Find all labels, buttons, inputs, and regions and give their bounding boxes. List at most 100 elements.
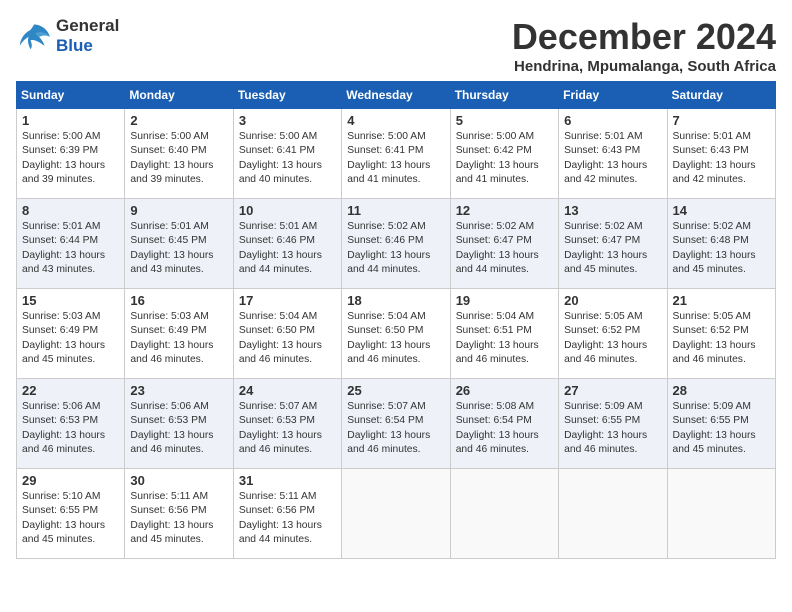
location-subtitle: Hendrina, Mpumalanga, South Africa [512,58,776,75]
calendar-table: Sunday Monday Tuesday Wednesday Thursday… [16,81,776,559]
day-info: Sunrise: 5:02 AM Sunset: 6:47 PM Dayligh… [456,220,553,278]
calendar-cell: 18 Sunrise: 5:04 AM Sunset: 6:50 PM Dayli… [342,289,450,379]
day-number: 7 [673,113,770,128]
calendar-cell: 6Sunrise: 5:01 AM Sunset: 6:43 PM Daylig… [559,109,667,199]
calendar-cell: 4Sunrise: 5:00 AM Sunset: 6:41 PM Daylig… [342,109,450,199]
calendar-cell: 13 Sunrise: 5:02 AM Sunset: 6:47 PM Dayli… [559,199,667,289]
day-number: 17 [239,293,336,308]
day-number: 19 [456,293,553,308]
calendar-cell: 20 Sunrise: 5:05 AM Sunset: 6:52 PM Dayli… [559,289,667,379]
day-number: 8 [22,203,119,218]
day-number: 12 [456,203,553,218]
calendar-cell: 10 Sunrise: 5:01 AM Sunset: 6:46 PM Dayli… [233,199,341,289]
day-info: Sunrise: 5:05 AM Sunset: 6:52 PM Dayligh… [564,310,661,368]
day-number: 26 [456,383,553,398]
calendar-cell: 19Sunrise: 5:04 AM Sunset: 6:51 PM Dayli… [450,289,558,379]
day-number: 24 [239,383,336,398]
calendar-cell: 15Sunrise: 5:03 AM Sunset: 6:49 PM Dayli… [17,289,125,379]
calendar-cell: 14 Sunrise: 5:02 AM Sunset: 6:48 PM Dayli… [667,199,775,289]
day-number: 22 [22,383,119,398]
day-number: 30 [130,473,227,488]
day-number: 9 [130,203,227,218]
day-number: 20 [564,293,661,308]
day-number: 18 [347,293,444,308]
day-info: Sunrise: 5:06 AM Sunset: 6:53 PM Dayligh… [130,400,227,458]
calendar-week-row-3: 15 Sunrise: 5:03 AM Sunset: 6:49 PM Dayli… [17,289,776,379]
calendar-cell: 21Sunrise: 5:05 AM Sunset: 6:52 PM Dayli… [667,289,775,379]
logo-general: General [56,16,119,36]
day-info: Sunrise: 5:00 AM Sunset: 6:41 PM Dayligh… [239,130,336,188]
day-info: Sunrise: 5:02 AM Sunset: 6:47 PM Dayligh… [564,220,661,278]
day-number: 29 [22,473,119,488]
day-info: Sunrise: 5:07 AM Sunset: 6:53 PM Dayligh… [239,400,336,458]
calendar-cell: 1Sunrise: 5:00 AM Sunset: 6:39 PM Daylig… [17,109,125,199]
calendar-cell [667,469,775,559]
day-number: 28 [673,383,770,398]
day-info: Sunrise: 5:00 AM Sunset: 6:39 PM Dayligh… [22,130,119,188]
calendar-cell: 7 Sunrise: 5:01 AM Sunset: 6:43 PM Daylig… [667,109,775,199]
day-info: Sunrise: 5:09 AM Sunset: 6:55 PM Dayligh… [564,400,661,458]
calendar-cell [342,469,450,559]
col-saturday: Saturday [667,82,775,109]
title-block: December 2024 Hendrina, Mpumalanga, Sout… [512,16,776,75]
day-info: Sunrise: 5:08 AM Sunset: 6:54 PM Dayligh… [456,400,553,458]
day-number: 31 [239,473,336,488]
col-thursday: Thursday [450,82,558,109]
day-info: Sunrise: 5:01 AM Sunset: 6:45 PM Dayligh… [130,220,227,278]
calendar-cell: 9 Sunrise: 5:01 AM Sunset: 6:45 PM Daylig… [125,199,233,289]
calendar-cell [450,469,558,559]
day-number: 15 [22,293,119,308]
day-number: 16 [130,293,227,308]
calendar-week-row-2: 8Sunrise: 5:01 AM Sunset: 6:44 PM Daylig… [17,199,776,289]
day-info: Sunrise: 5:04 AM Sunset: 6:50 PM Dayligh… [347,310,444,368]
calendar-cell: 12 Sunrise: 5:02 AM Sunset: 6:47 PM Dayli… [450,199,558,289]
day-info: Sunrise: 5:09 AM Sunset: 6:55 PM Dayligh… [673,400,770,458]
day-info: Sunrise: 5:01 AM Sunset: 6:46 PM Dayligh… [239,220,336,278]
calendar-cell: 23 Sunrise: 5:06 AM Sunset: 6:53 PM Dayli… [125,379,233,469]
calendar-cell: 29 Sunrise: 5:10 AM Sunset: 6:55 PM Dayli… [17,469,125,559]
calendar-cell: 26 Sunrise: 5:08 AM Sunset: 6:54 PM Dayli… [450,379,558,469]
month-title: December 2024 [512,16,776,58]
day-number: 14 [673,203,770,218]
calendar-cell: 30 Sunrise: 5:11 AM Sunset: 6:56 PM Dayli… [125,469,233,559]
calendar-cell: 24 Sunrise: 5:07 AM Sunset: 6:53 PM Dayli… [233,379,341,469]
calendar-week-row-4: 22 Sunrise: 5:06 AM Sunset: 6:53 PM Dayli… [17,379,776,469]
day-number: 13 [564,203,661,218]
day-info: Sunrise: 5:00 AM Sunset: 6:42 PM Dayligh… [456,130,553,188]
day-info: Sunrise: 5:07 AM Sunset: 6:54 PM Dayligh… [347,400,444,458]
day-info: Sunrise: 5:11 AM Sunset: 6:56 PM Dayligh… [239,490,336,548]
day-number: 4 [347,113,444,128]
day-info: Sunrise: 5:04 AM Sunset: 6:50 PM Dayligh… [239,310,336,368]
page-header: General Blue December 2024 Hendrina, Mpu… [16,16,776,75]
col-tuesday: Tuesday [233,82,341,109]
day-number: 11 [347,203,444,218]
logo: General Blue [16,16,119,55]
calendar-cell: 16 Sunrise: 5:03 AM Sunset: 6:49 PM Dayli… [125,289,233,379]
day-number: 23 [130,383,227,398]
day-number: 5 [456,113,553,128]
calendar-cell: 3 Sunrise: 5:00 AM Sunset: 6:41 PM Daylig… [233,109,341,199]
day-number: 25 [347,383,444,398]
day-number: 27 [564,383,661,398]
calendar-cell: 17 Sunrise: 5:04 AM Sunset: 6:50 PM Dayli… [233,289,341,379]
calendar-cell: 2Sunrise: 5:00 AM Sunset: 6:40 PM Daylig… [125,109,233,199]
day-number: 21 [673,293,770,308]
calendar-cell: 28 Sunrise: 5:09 AM Sunset: 6:55 PM Dayli… [667,379,775,469]
calendar-header-row: Sunday Monday Tuesday Wednesday Thursday… [17,82,776,109]
day-info: Sunrise: 5:02 AM Sunset: 6:46 PM Dayligh… [347,220,444,278]
logo-blue: Blue [56,36,119,56]
day-info: Sunrise: 5:10 AM Sunset: 6:55 PM Dayligh… [22,490,119,548]
day-number: 10 [239,203,336,218]
day-number: 3 [239,113,336,128]
calendar-week-row-1: 1Sunrise: 5:00 AM Sunset: 6:39 PM Daylig… [17,109,776,199]
day-info: Sunrise: 5:11 AM Sunset: 6:56 PM Dayligh… [130,490,227,548]
day-info: Sunrise: 5:01 AM Sunset: 6:43 PM Dayligh… [564,130,661,188]
day-info: Sunrise: 5:06 AM Sunset: 6:53 PM Dayligh… [22,400,119,458]
calendar-cell: 11 Sunrise: 5:02 AM Sunset: 6:46 PM Dayli… [342,199,450,289]
day-info: Sunrise: 5:00 AM Sunset: 6:40 PM Dayligh… [130,130,227,188]
day-info: Sunrise: 5:03 AM Sunset: 6:49 PM Dayligh… [130,310,227,368]
calendar-cell [559,469,667,559]
col-wednesday: Wednesday [342,82,450,109]
day-info: Sunrise: 5:02 AM Sunset: 6:48 PM Dayligh… [673,220,770,278]
day-info: Sunrise: 5:01 AM Sunset: 6:43 PM Dayligh… [673,130,770,188]
